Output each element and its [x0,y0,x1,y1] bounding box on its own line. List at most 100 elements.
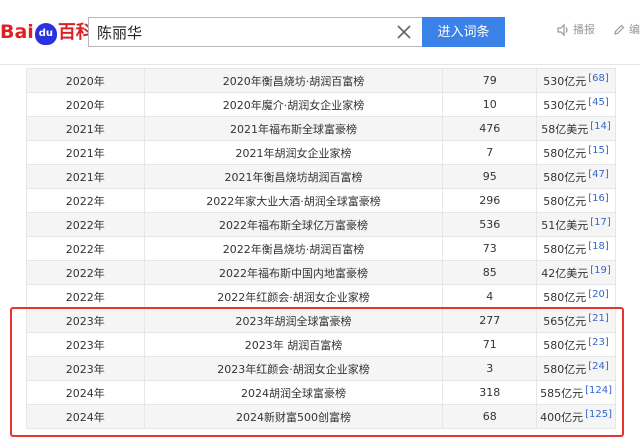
rank-cell: 95 [442,164,538,189]
listen-button[interactable]: 播报 [556,20,595,40]
year-cell: 2023年 [26,356,145,381]
wealth-value: 580亿元 [543,362,587,376]
wealth-cell: 580亿元 [18] [536,236,616,261]
list-name-cell: 2020年魔介·胡润女企业家榜 [143,92,444,117]
reference-link[interactable]: [16] [588,193,609,204]
list-name-cell: 2022年衡昌烧坊·胡润百富榜 [143,236,444,261]
table-row: 2023年 2023年胡润全球富豪榜 277 565亿元 [21] [26,308,616,333]
reference-link[interactable]: [15] [588,145,609,156]
reference-link[interactable]: [24] [588,361,609,372]
reference-link[interactable]: [68] [588,73,609,84]
year-cell: 2022年 [26,212,145,237]
rank-cell: 73 [442,236,538,261]
list-name-cell: 2023年 胡润百富榜 [143,332,444,357]
year-cell: 2021年 [26,164,145,189]
year-cell: 2023年 [26,308,145,333]
edit-button[interactable]: 编 [612,20,640,40]
clear-icon[interactable] [394,22,414,42]
reference-link[interactable]: [23] [588,337,609,348]
table-row: 2023年 2023年 胡润百富榜 71 580亿元 [23] [26,332,616,357]
table-row: 2022年 2022年福布斯中国内地富豪榜 85 42亿美元 [19] [26,260,616,285]
reference-link[interactable]: [124] [585,385,612,396]
year-cell: 2022年 [26,260,145,285]
wealth-value: 58亿美元 [541,122,589,136]
top-bar: Baidu百科 进入词条 播报 编 [0,0,640,65]
wealth-cell: 42亿美元 [19] [536,260,616,285]
year-cell: 2023年 [26,332,145,357]
wealth-value: 580亿元 [543,338,587,352]
list-name-cell: 2022年红颜会·胡润女企业家榜 [143,284,444,309]
list-name-cell: 2023年胡润全球富豪榜 [143,308,444,333]
wealth-cell: 58亿美元 [14] [536,116,616,141]
year-cell: 2024年 [26,404,145,429]
table-row: 2020年 2020年衡昌烧坊·胡润百富榜 79 530亿元 [68] [26,68,616,93]
rank-cell: 10 [442,92,538,117]
table-row: 2022年 2022年衡昌烧坊·胡润百富榜 73 580亿元 [18] [26,236,616,261]
wealth-value: 580亿元 [543,170,587,184]
rank-cell: 536 [442,212,538,237]
list-name-cell: 2020年衡昌烧坊·胡润百富榜 [143,68,444,93]
wealth-cell: 530亿元 [45] [536,92,616,117]
reference-link[interactable]: [18] [588,241,609,252]
list-name-cell: 2024新财富500创富榜 [143,404,444,429]
wealth-cell: 580亿元 [24] [536,356,616,381]
list-name-cell: 2024胡润全球富豪榜 [143,380,444,405]
speaker-icon [557,23,568,37]
reference-link[interactable]: [125] [585,409,612,420]
year-cell: 2020年 [26,92,145,117]
rank-cell: 318 [442,380,538,405]
edit-label: 编 [629,23,640,36]
rank-cell: 277 [442,308,538,333]
reference-link[interactable]: [45] [588,97,609,108]
wealth-cell: 400亿元 [125] [536,404,616,429]
listen-label: 播报 [573,23,595,36]
rank-cell: 85 [442,260,538,285]
wealth-cell: 565亿元 [21] [536,308,616,333]
table-row: 2021年 2021年胡润女企业家榜 7 580亿元 [15] [26,140,616,165]
search-box [88,17,422,47]
list-name-cell: 2023年红颜会·胡润女企业家榜 [143,356,444,381]
reference-link[interactable]: [14] [590,121,611,132]
wealth-value: 580亿元 [543,242,587,256]
search-input[interactable] [97,21,387,43]
year-cell: 2020年 [26,68,145,93]
wealth-cell: 585亿元 [124] [536,380,616,405]
table-row: 2022年 2022年福布斯全球亿万富豪榜 536 51亿美元 [17] [26,212,616,237]
logo-du-paw: du [34,23,57,45]
enter-entry-button[interactable]: 进入词条 [422,17,505,47]
rank-cell: 296 [442,188,538,213]
pencil-icon [614,24,625,35]
rank-cell: 476 [442,116,538,141]
reference-link[interactable]: [47] [588,169,609,180]
wealth-value: 580亿元 [543,146,587,160]
baidu-baike-logo[interactable]: Bai du 百科 [0,17,94,47]
logo-bai-text: Bai [0,21,34,43]
wealth-value: 580亿元 [543,194,587,208]
wealth-cell: 580亿元 [20] [536,284,616,309]
wealth-value: 400亿元 [540,410,584,424]
year-cell: 2024年 [26,380,145,405]
table-row: 2023年 2023年红颜会·胡润女企业家榜 3 580亿元 [24] [26,356,616,381]
table-row: 2021年 2021年福布斯全球富豪榜 476 58亿美元 [14] [26,116,616,141]
reference-link[interactable]: [21] [588,313,609,324]
wealth-cell: 51亿美元 [17] [536,212,616,237]
table-row: 2024年 2024新财富500创富榜 68 400亿元 [125] [26,404,616,429]
year-cell: 2022年 [26,236,145,261]
reference-link[interactable]: [17] [590,217,611,228]
wealth-value: 580亿元 [543,290,587,304]
rank-cell: 7 [442,140,538,165]
rank-cell: 3 [442,356,538,381]
list-name-cell: 2021年胡润女企业家榜 [143,140,444,165]
wealth-ranking-table: 2020年 2020年衡昌烧坊·胡润百富榜 79 530亿元 [68] 2020年 2020… [0,64,640,448]
wealth-value: 42亿美元 [541,266,589,280]
table-row: 2024年 2024胡润全球富豪榜 318 585亿元 [124] [26,380,616,405]
list-name-cell: 2022年家大业大酒·胡润全球富豪榜 [143,188,444,213]
list-name-cell: 2021年福布斯全球富豪榜 [143,116,444,141]
table-row: 2022年 2022年家大业大酒·胡润全球富豪榜 296 580亿元 [16] [26,188,616,213]
year-cell: 2022年 [26,188,145,213]
year-cell: 2021年 [26,116,145,141]
reference-link[interactable]: [20] [588,289,609,300]
wealth-cell: 580亿元 [23] [536,332,616,357]
wealth-cell: 530亿元 [68] [536,68,616,93]
reference-link[interactable]: [19] [590,265,611,276]
